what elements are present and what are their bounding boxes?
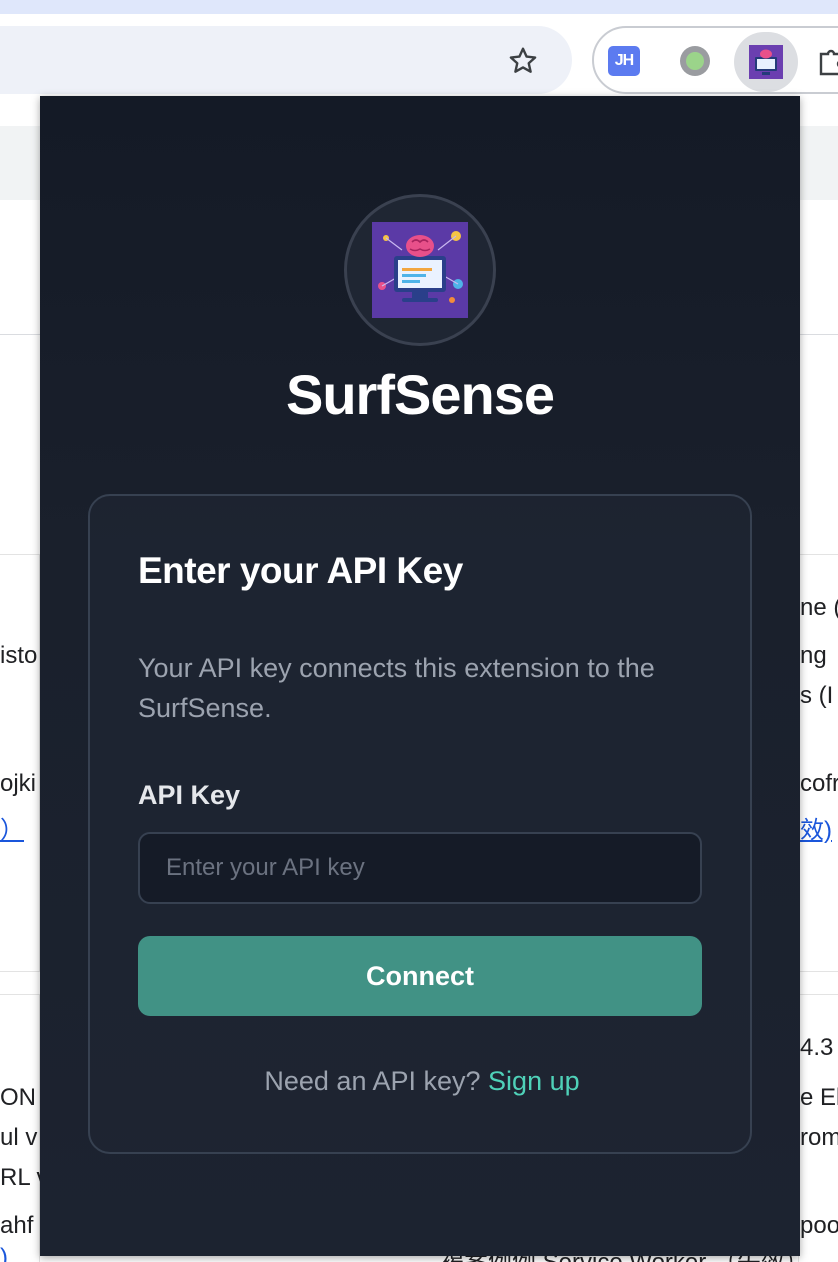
background-text: ON (0, 1084, 36, 1111)
background-text: 4.3 (800, 1034, 834, 1061)
app-logo (344, 194, 496, 346)
background-text: RL v (0, 1164, 40, 1191)
app-title: SurfSense (286, 363, 555, 426)
background-text: ahf (0, 1212, 34, 1239)
background-link[interactable]: ） (0, 810, 40, 845)
background-link[interactable]: ) (0, 1244, 40, 1262)
background-text: s (I (800, 682, 834, 709)
api-key-card: Enter your API Key Your API key connects… (88, 494, 752, 1154)
address-bar[interactable] (0, 26, 572, 94)
surfsense-extension-button[interactable] (734, 32, 798, 92)
background-text: e El (800, 1084, 838, 1111)
bookmark-star-button[interactable] (500, 38, 546, 84)
extensions-menu-button[interactable] (818, 48, 838, 76)
background-text: isto (0, 642, 38, 669)
signup-prompt: Need an API key? (264, 1066, 481, 1096)
surfsense-popup: SurfSense Enter your API Key Your API ke… (40, 96, 800, 1256)
star-icon (509, 47, 537, 73)
background-link[interactable]: 效) (800, 810, 838, 845)
background-text: cofr (800, 770, 838, 797)
extension-jh-button[interactable]: JH (608, 46, 640, 76)
status-dot-icon (680, 46, 710, 76)
background-text: ul v (0, 1124, 38, 1151)
card-heading: Enter your API Key (138, 550, 463, 591)
tab-strip (0, 0, 838, 14)
connect-button[interactable]: Connect (138, 936, 702, 1016)
api-key-input[interactable] (138, 832, 702, 904)
background-text: ojki (0, 770, 37, 797)
browser-toolbar: JH (0, 14, 838, 104)
signup-row: Need an API key? Sign up (90, 1066, 754, 1097)
signup-link[interactable]: Sign up (488, 1066, 580, 1096)
background-card-left (0, 554, 40, 972)
card-description: Your API key connects this extension to … (138, 653, 655, 723)
extension-jh-label: JH (614, 52, 634, 69)
background-text: rom (800, 1124, 838, 1151)
brain-computer-icon (749, 45, 783, 79)
background-text: ng (800, 642, 827, 669)
extension-status-button[interactable] (678, 44, 712, 78)
api-key-label: API Key (138, 780, 241, 810)
background-text: ne ( (800, 594, 838, 621)
brain-computer-icon (372, 222, 468, 318)
background-text: poo (800, 1212, 838, 1239)
puzzle-icon (819, 49, 838, 76)
